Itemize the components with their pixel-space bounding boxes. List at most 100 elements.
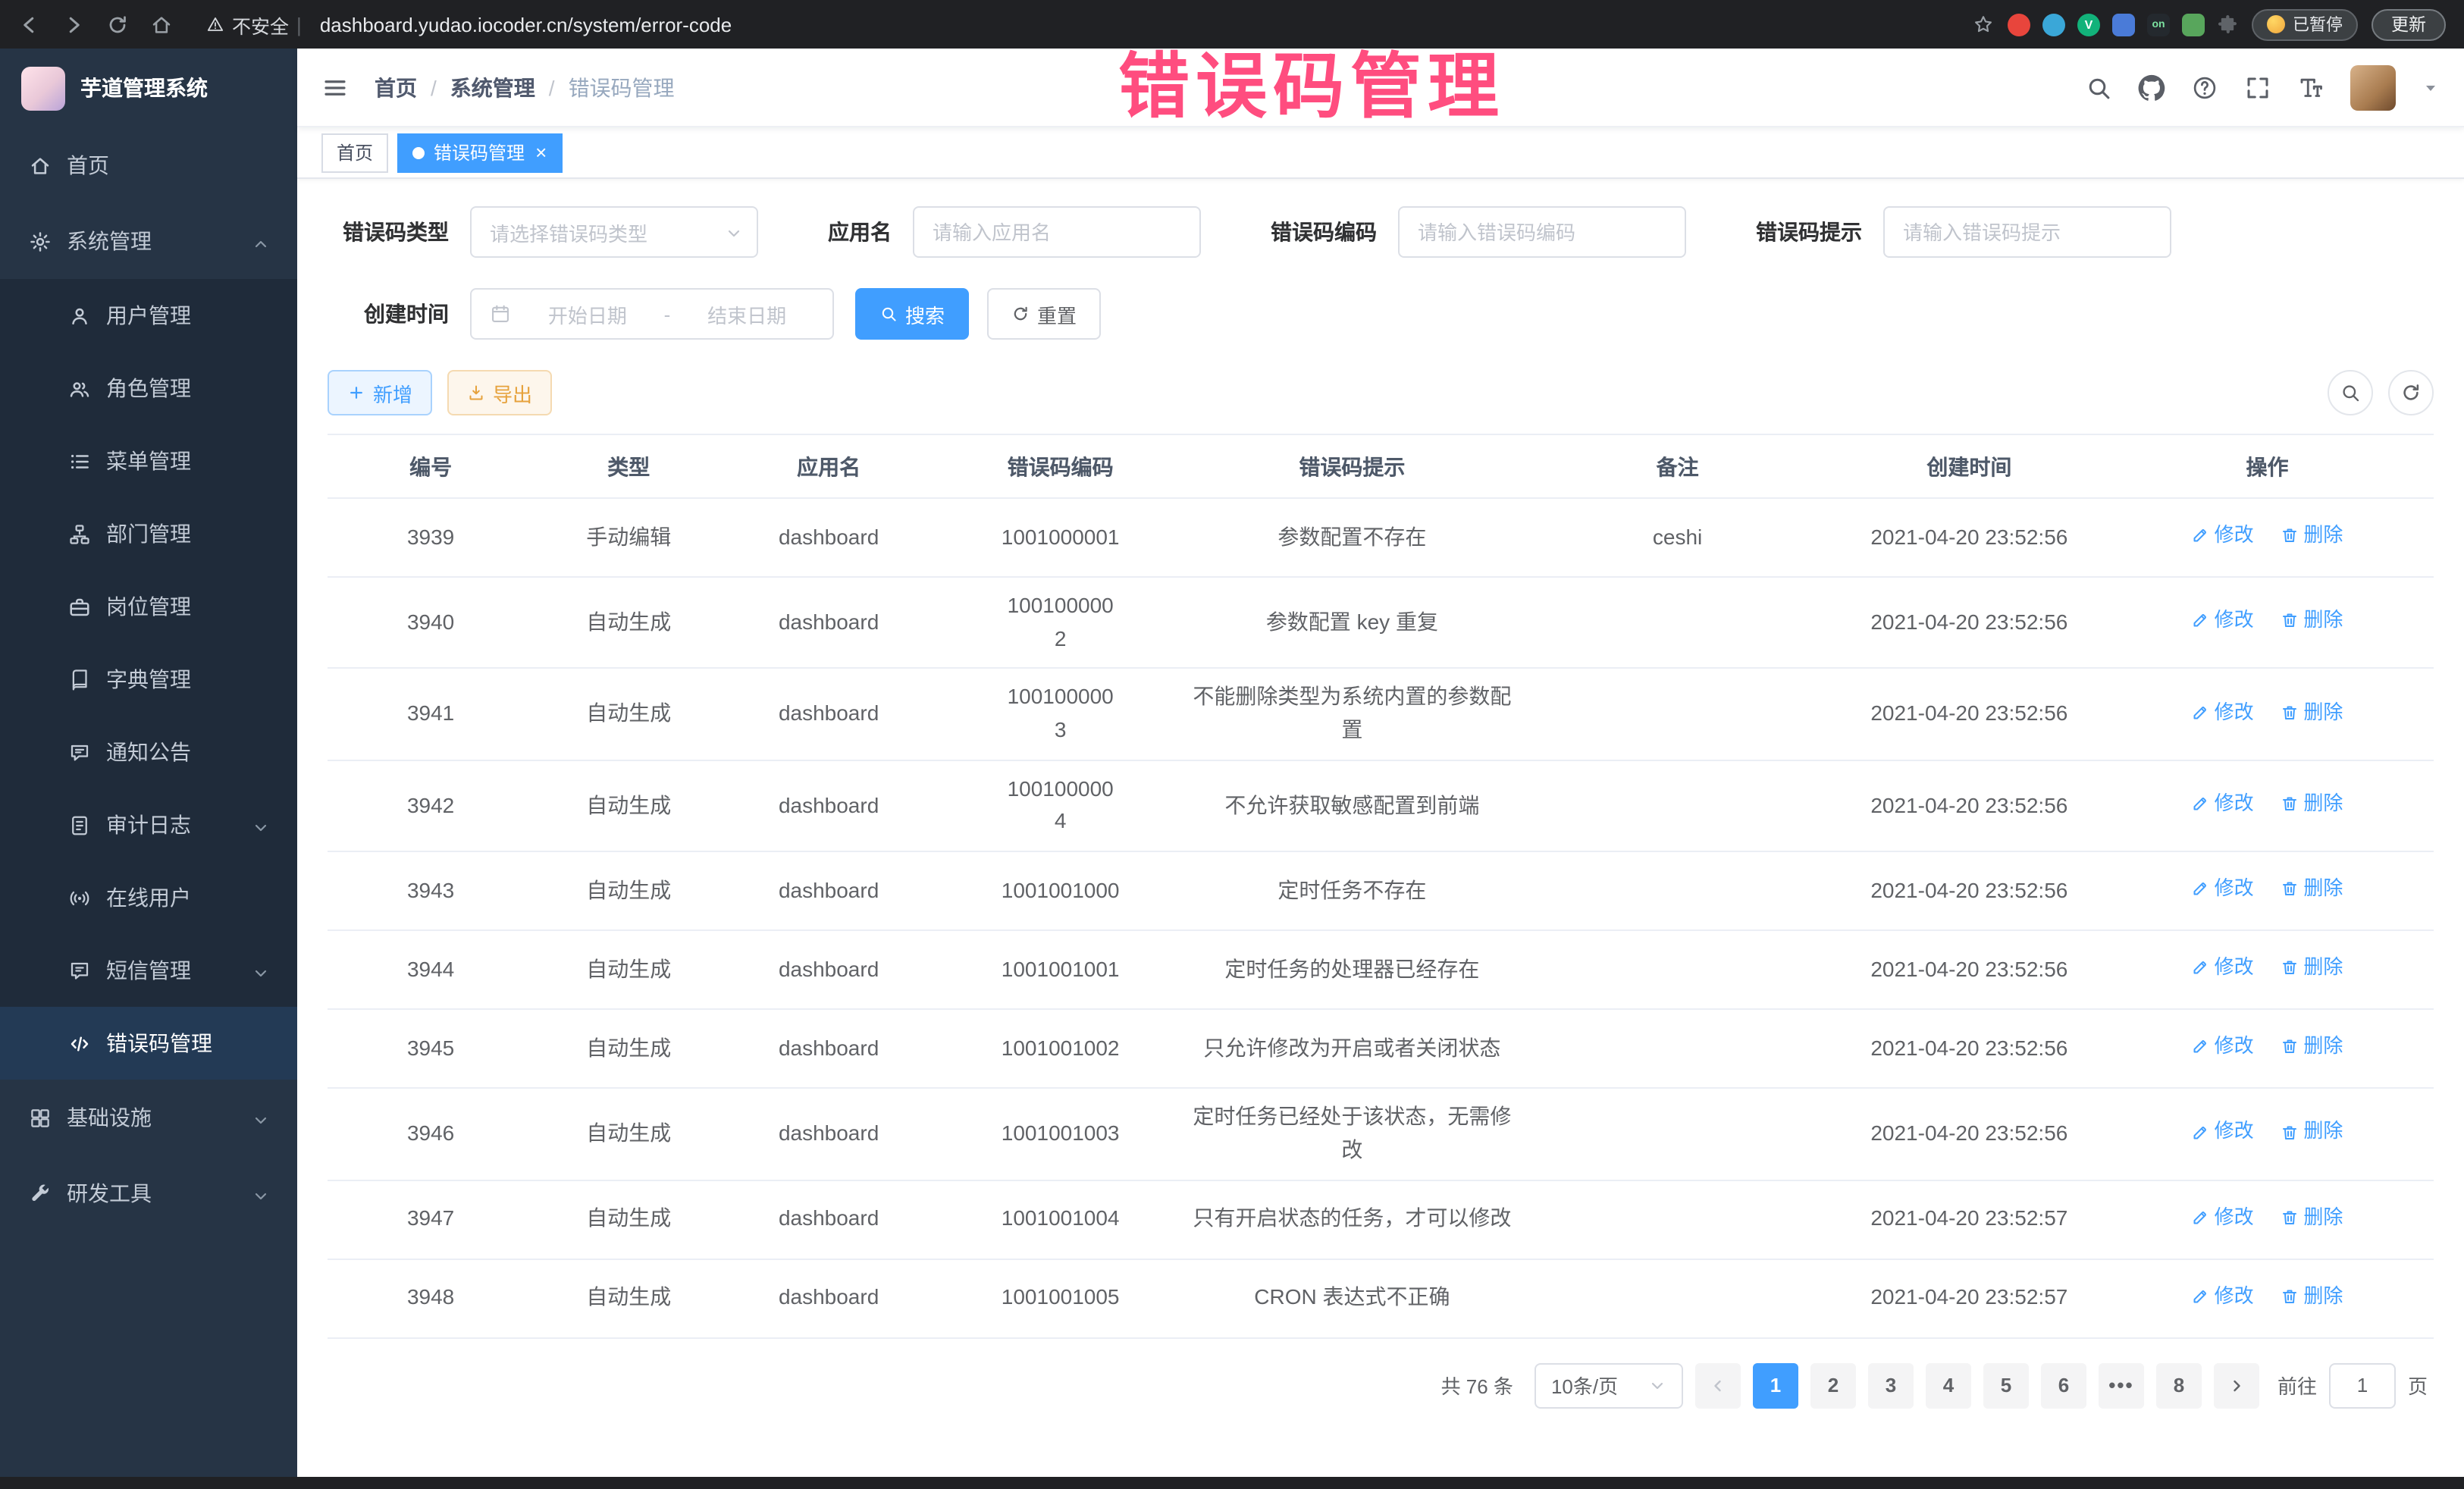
sidebar-item-notice[interactable]: 通知公告 — [0, 716, 297, 788]
sidebar-item-infra[interactable]: 基础设施 — [0, 1080, 297, 1155]
table-header-row: 编号类型应用名错误码编码错误码提示备注创建时间操作 — [328, 434, 2434, 498]
page-button-3[interactable]: 3 — [1868, 1362, 1914, 1408]
delete-link[interactable]: 删除 — [2281, 1202, 2343, 1232]
sidebar-item-error-code[interactable]: 错误码管理 — [0, 1007, 297, 1080]
pager-ellipsis[interactable]: ••• — [2099, 1362, 2144, 1408]
edit-link[interactable]: 修改 — [2192, 697, 2254, 727]
close-icon[interactable]: × — [535, 143, 547, 162]
sidebar-item-dev-tools[interactable]: 研发工具 — [0, 1155, 297, 1231]
sidebar-item-sms[interactable]: 短信管理 — [0, 934, 297, 1007]
cell-actions: 修改 删除 — [2101, 577, 2434, 669]
sidebar-item-online-user[interactable]: 在线用户 — [0, 861, 297, 934]
search-button[interactable]: 搜索 — [855, 288, 969, 340]
page-button-6[interactable]: 6 — [2041, 1362, 2086, 1408]
edit-link[interactable]: 修改 — [2192, 520, 2254, 550]
edit-link[interactable]: 修改 — [2192, 1117, 2254, 1147]
next-page-button[interactable] — [2214, 1362, 2259, 1408]
edit-link[interactable]: 修改 — [2192, 874, 2254, 904]
delete-link[interactable]: 删除 — [2281, 788, 2343, 819]
question-icon[interactable] — [2191, 74, 2218, 101]
edit-link[interactable]: 修改 — [2192, 1202, 2254, 1232]
reset-button[interactable]: 重置 — [987, 288, 1101, 340]
extension-adblock-icon[interactable] — [2008, 13, 2030, 36]
extension-vue-icon[interactable]: V — [2077, 13, 2100, 36]
logo[interactable]: 芋道管理系统 — [0, 49, 297, 127]
cell-id: 3941 — [328, 669, 534, 760]
edit-link[interactable]: 修改 — [2192, 788, 2254, 819]
caret-down-icon[interactable] — [2422, 78, 2440, 96]
delete-link[interactable]: 删除 — [2281, 874, 2343, 904]
extension-icons: Von — [2008, 13, 2238, 36]
paused-badge[interactable]: 已暂停 — [2252, 8, 2358, 40]
search-icon[interactable] — [2085, 74, 2112, 101]
profile-emoji-icon — [2267, 15, 2285, 33]
delete-link[interactable]: 删除 — [2281, 606, 2343, 636]
page-button-8[interactable]: 8 — [2156, 1362, 2202, 1408]
delete-link[interactable]: 删除 — [2281, 953, 2343, 983]
security-indicator[interactable]: 不安全 | — [206, 10, 302, 39]
app-name-label: 应用名 — [828, 217, 892, 247]
address-bar[interactable]: dashboard.yudao.iocoder.cn/system/error-… — [320, 13, 732, 36]
extension-puzzle-icon[interactable] — [2217, 14, 2238, 35]
extension-on-badge-icon[interactable]: on — [2147, 13, 2170, 36]
breadcrumb-item[interactable]: 错误码管理 — [569, 72, 675, 102]
prev-page-button[interactable] — [1695, 1362, 1741, 1408]
create-time-range[interactable]: 开始日期 - 结束日期 — [470, 288, 834, 340]
delete-link[interactable]: 删除 — [2281, 1117, 2343, 1147]
back-icon[interactable] — [18, 13, 41, 36]
delete-link[interactable]: 删除 — [2281, 1032, 2343, 1062]
delete-link[interactable]: 删除 — [2281, 1281, 2343, 1311]
add-button[interactable]: 新增 — [328, 370, 432, 415]
delete-link[interactable]: 删除 — [2281, 697, 2343, 727]
error-msg-input[interactable] — [1883, 206, 2171, 258]
cell-message: 不能删除类型为系统内置的参数配置 — [1187, 669, 1517, 760]
cell-id: 3939 — [328, 498, 534, 577]
page-size-select[interactable]: 10条/页 — [1535, 1362, 1683, 1408]
sidebar-item-user[interactable]: 用户管理 — [0, 279, 297, 352]
page-button-2[interactable]: 2 — [1810, 1362, 1856, 1408]
browser-update-button[interactable]: 更新 — [2372, 8, 2446, 40]
show-search-button[interactable] — [2328, 370, 2373, 415]
extension-pin-icon[interactable] — [2042, 13, 2065, 36]
forward-icon[interactable] — [62, 13, 85, 36]
cell-remark — [1517, 1259, 1837, 1337]
error-code-input[interactable] — [1398, 206, 1686, 258]
extension-leaf-icon[interactable] — [2182, 13, 2205, 36]
goto-page-input[interactable] — [2329, 1362, 2396, 1408]
tab-error-code[interactable]: 错误码管理× — [397, 133, 562, 172]
github-icon[interactable] — [2138, 74, 2165, 101]
sidebar-item-dept[interactable]: 部门管理 — [0, 497, 297, 570]
breadcrumb-item[interactable]: 首页 — [375, 72, 417, 102]
fullscreen-icon[interactable] — [2244, 74, 2271, 101]
edit-link[interactable]: 修改 — [2192, 606, 2254, 636]
sidebar-item-post[interactable]: 岗位管理 — [0, 570, 297, 643]
bookmark-star-icon[interactable] — [1973, 14, 1994, 35]
user-avatar[interactable] — [2350, 64, 2396, 110]
edit-link[interactable]: 修改 — [2192, 1032, 2254, 1062]
edit-link[interactable]: 修改 — [2192, 953, 2254, 983]
home-icon[interactable] — [150, 13, 173, 36]
reload-icon[interactable] — [106, 13, 129, 36]
cell-type: 自动生成 — [534, 1088, 723, 1180]
sidebar-item-home[interactable]: 首页 — [0, 127, 297, 203]
refresh-button[interactable] — [2388, 370, 2434, 415]
page-button-5[interactable]: 5 — [1983, 1362, 2029, 1408]
cell-create-time: 2021-04-20 23:52:56 — [1838, 760, 2101, 852]
hamburger-icon[interactable] — [321, 74, 349, 101]
sidebar-item-dict[interactable]: 字典管理 — [0, 643, 297, 716]
delete-link[interactable]: 删除 — [2281, 520, 2343, 550]
extension-grid-icon[interactable] — [2112, 13, 2135, 36]
tab-home[interactable]: 首页 — [321, 133, 388, 172]
page-button-4[interactable]: 4 — [1926, 1362, 1971, 1408]
app-name-input[interactable] — [913, 206, 1201, 258]
sidebar-item-role[interactable]: 角色管理 — [0, 352, 297, 425]
export-button[interactable]: 导出 — [447, 370, 552, 415]
sidebar-item-menu[interactable]: 菜单管理 — [0, 425, 297, 497]
sidebar-item-audit-log[interactable]: 审计日志 — [0, 788, 297, 861]
breadcrumb-item[interactable]: 系统管理 — [450, 72, 535, 102]
edit-link[interactable]: 修改 — [2192, 1281, 2254, 1311]
page-button-1[interactable]: 1 — [1753, 1362, 1798, 1408]
error-type-select[interactable]: 请选择错误码类型 — [470, 206, 758, 258]
sidebar-item-system[interactable]: 系统管理 — [0, 203, 297, 279]
font-size-icon[interactable] — [2297, 74, 2324, 101]
